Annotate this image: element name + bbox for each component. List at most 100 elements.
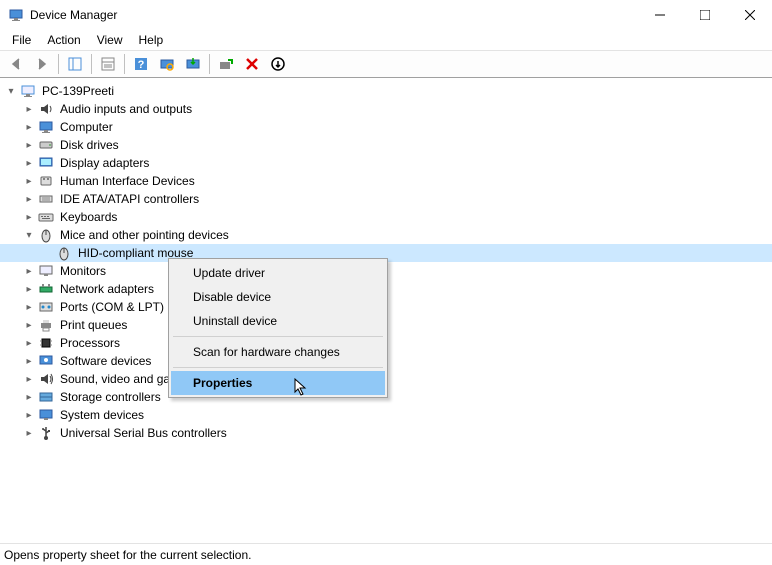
expand-icon[interactable]: ▸ [22, 408, 36, 422]
tree-category-label: Computer [58, 120, 115, 134]
back-button[interactable] [4, 52, 28, 76]
update-driver-button[interactable] [181, 52, 205, 76]
window-title: Device Manager [30, 8, 637, 22]
expand-icon[interactable]: ▸ [22, 390, 36, 404]
forward-button[interactable] [30, 52, 54, 76]
tree-category[interactable]: ▸ Audio inputs and outputs [0, 100, 772, 118]
mouse-icon [56, 245, 72, 261]
scan-for-changes-button[interactable] [266, 52, 290, 76]
ports-icon [38, 299, 54, 315]
close-button[interactable] [727, 0, 772, 30]
display-icon [38, 155, 54, 171]
expand-icon[interactable]: ▸ [22, 300, 36, 314]
context-menu-item[interactable]: Scan for hardware changes [171, 340, 385, 364]
toolbar: ? [0, 50, 772, 78]
toolbar-separator [91, 54, 92, 74]
expand-icon[interactable]: ▸ [22, 174, 36, 188]
expand-icon[interactable]: ▸ [22, 138, 36, 152]
tree-category-label: Disk drives [58, 138, 121, 152]
tree-category-label: Mice and other pointing devices [58, 228, 231, 242]
tree-category[interactable]: ▸ Universal Serial Bus controllers [0, 424, 772, 442]
tree-category-label: IDE ATA/ATAPI controllers [58, 192, 201, 206]
expand-icon[interactable]: ▸ [22, 372, 36, 386]
ide-icon [38, 191, 54, 207]
expand-icon[interactable]: ▸ [22, 120, 36, 134]
collapse-icon[interactable]: ▾ [22, 228, 36, 242]
tree-category[interactable]: ▸ Computer [0, 118, 772, 136]
expand-placeholder [40, 246, 54, 260]
minimize-button[interactable] [637, 0, 682, 30]
toolbar-separator [124, 54, 125, 74]
expand-icon[interactable]: ▸ [22, 264, 36, 278]
help-button[interactable]: ? [129, 52, 153, 76]
tree-category[interactable]: ▾ Mice and other pointing devices [0, 226, 772, 244]
tree-category-label: Monitors [58, 264, 108, 278]
sound-icon [38, 371, 54, 387]
storage-icon [38, 389, 54, 405]
usb-icon [38, 425, 54, 441]
expand-icon[interactable]: ▸ [22, 282, 36, 296]
tree-category-label: Print queues [58, 318, 129, 332]
expand-icon[interactable]: ▸ [22, 210, 36, 224]
expand-icon[interactable]: ▸ [22, 336, 36, 350]
tree-category-label: Ports (COM & LPT) [58, 300, 166, 314]
menu-action[interactable]: Action [39, 31, 88, 49]
disk-icon [38, 137, 54, 153]
tree-category-label: Human Interface Devices [58, 174, 197, 188]
tree-category-label: Audio inputs and outputs [58, 102, 194, 116]
tree-category[interactable]: ▸ Disk drives [0, 136, 772, 154]
tree-category-label: Storage controllers [58, 390, 163, 404]
svg-text:?: ? [138, 59, 145, 71]
tree-category[interactable]: ▸ Human Interface Devices [0, 172, 772, 190]
expand-icon[interactable]: ▸ [22, 354, 36, 368]
software-icon [38, 353, 54, 369]
tree-category[interactable]: ▸ Keyboards [0, 208, 772, 226]
enable-device-button[interactable] [214, 52, 238, 76]
tree-category-label: Software devices [58, 354, 153, 368]
tree-root[interactable]: ▾ PC-139Preeti [0, 82, 772, 100]
context-menu-item[interactable]: Disable device [171, 285, 385, 309]
hid-icon [38, 173, 54, 189]
show-hide-console-tree-button[interactable] [63, 52, 87, 76]
titlebar: Device Manager [0, 0, 772, 30]
statusbar-text: Opens property sheet for the current sel… [4, 548, 251, 562]
tree-category-label: Processors [58, 336, 122, 350]
menu-file[interactable]: File [4, 31, 39, 49]
scan-hardware-button[interactable] [155, 52, 179, 76]
expand-icon[interactable]: ▸ [22, 192, 36, 206]
expand-icon[interactable]: ▸ [22, 156, 36, 170]
computer-icon [38, 119, 54, 135]
tree-category-label: System devices [58, 408, 146, 422]
tree-category-label: Universal Serial Bus controllers [58, 426, 229, 440]
window-controls [637, 0, 772, 30]
context-menu-item[interactable]: Uninstall device [171, 309, 385, 333]
system-icon [38, 407, 54, 423]
tree-category-label: Network adapters [58, 282, 156, 296]
keyboard-icon [38, 209, 54, 225]
properties-button[interactable] [96, 52, 120, 76]
tree-category[interactable]: ▸ IDE ATA/ATAPI controllers [0, 190, 772, 208]
statusbar: Opens property sheet for the current sel… [0, 543, 772, 565]
expand-icon[interactable]: ▸ [22, 426, 36, 440]
app-icon [8, 7, 24, 23]
context-menu: Update driverDisable deviceUninstall dev… [168, 258, 388, 398]
context-menu-item[interactable]: Update driver [171, 261, 385, 285]
tree-category[interactable]: ▸ Display adapters [0, 154, 772, 172]
processor-icon [38, 335, 54, 351]
expand-icon[interactable]: ▸ [22, 318, 36, 332]
tree-category[interactable]: ▸ System devices [0, 406, 772, 424]
network-icon [38, 281, 54, 297]
menu-view[interactable]: View [89, 31, 131, 49]
computer-icon [20, 83, 36, 99]
context-menu-item[interactable]: Properties [171, 371, 385, 395]
tree-category-label: Keyboards [58, 210, 119, 224]
maximize-button[interactable] [682, 0, 727, 30]
tree-category-label: Display adapters [58, 156, 151, 170]
uninstall-device-button[interactable] [240, 52, 264, 76]
menu-help[interactable]: Help [131, 31, 172, 49]
monitor-icon [38, 263, 54, 279]
mouse-icon [38, 227, 54, 243]
expand-icon[interactable]: ▸ [22, 102, 36, 116]
tree-root-label: PC-139Preeti [40, 84, 116, 98]
collapse-icon[interactable]: ▾ [4, 84, 18, 98]
